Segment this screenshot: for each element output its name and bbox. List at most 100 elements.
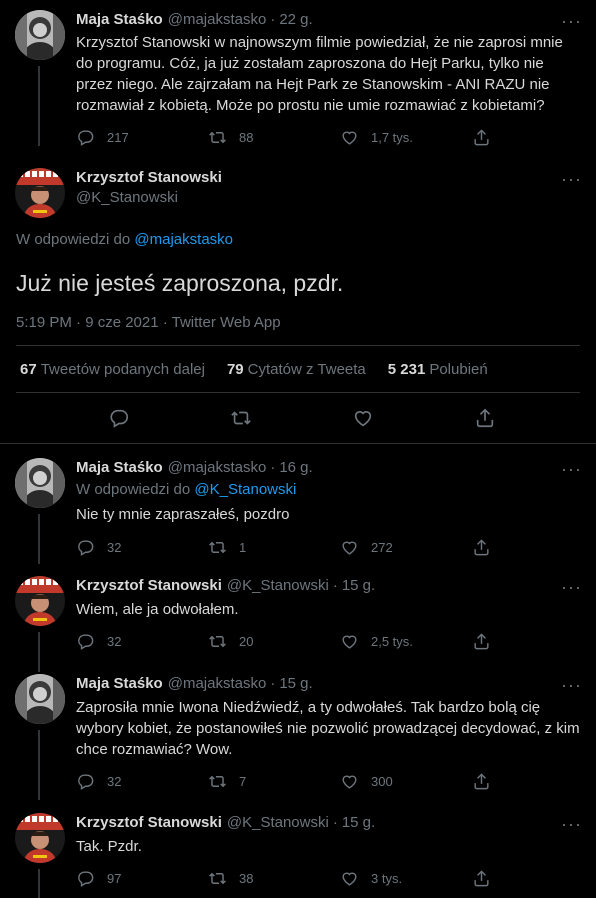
reply-icon (76, 128, 95, 147)
more-options-button[interactable]: ··· (561, 578, 582, 596)
divider (16, 392, 580, 393)
reply-icon (76, 772, 95, 791)
author-name[interactable]: Maja Staśko (76, 10, 163, 30)
reply-button[interactable]: 32 (76, 772, 208, 791)
author-handle[interactable]: @majakstasko (168, 458, 267, 478)
tweet-time[interactable]: 15 g. (342, 813, 375, 833)
reply-context: W odpowiedzi do @K_Stanowski (76, 480, 582, 500)
tweet-header: Maja Staśko @majakstasko · 22 g. (76, 10, 582, 30)
retweet-button[interactable]: 20 (208, 632, 340, 651)
reply-button[interactable]: 32 (76, 632, 208, 651)
retweet-icon (208, 632, 227, 651)
reply-prefix: W odpowiedzi do (16, 231, 131, 248)
tweet-header: Maja Staśko @majakstasko · 15 g. (76, 674, 582, 694)
heart-icon (340, 128, 359, 147)
tweet-2[interactable]: ··· Maja Staśko @majakstasko · 16 g. W o… (0, 458, 596, 564)
retweet-count: 88 (239, 130, 254, 145)
more-options-button[interactable]: ··· (561, 676, 582, 694)
tweet-text: Wiem, ale ja odwołałem. (76, 601, 239, 618)
reply-button[interactable]: 97 (76, 869, 208, 888)
tweet-5[interactable]: ··· Krzysztof Stanowski @K_Stanowski · 1… (0, 813, 596, 898)
more-options-button[interactable]: ··· (561, 12, 582, 30)
tweet-text: Nie ty mnie zapraszałeś, pozdro (76, 506, 290, 523)
more-options-button[interactable]: ··· (561, 815, 582, 833)
tweet-header: Krzysztof Stanowski @K_Stanowski · 15 g. (76, 576, 582, 596)
like-button[interactable]: 2,5 tys. (340, 632, 472, 651)
tweet-actions: 97 38 3 tys. (76, 869, 582, 888)
reply-prefix: W odpowiedzi do (76, 481, 191, 498)
thread-line (38, 730, 40, 800)
share-icon[interactable] (474, 407, 496, 429)
author-handle[interactable]: @K_Stanowski (76, 188, 596, 208)
divider (0, 443, 596, 444)
heart-icon (340, 772, 359, 791)
thread-line (38, 514, 40, 564)
share-button[interactable] (472, 128, 503, 147)
retweets-stat[interactable]: 67 Tweetów podanych dalej (20, 361, 205, 378)
author-name[interactable]: Krzysztof Stanowski (76, 168, 596, 188)
tweet-time[interactable]: 22 g. (279, 10, 312, 30)
share-icon (472, 772, 491, 791)
author-name[interactable]: Krzysztof Stanowski (76, 813, 222, 833)
author-handle[interactable]: @majakstasko (168, 674, 267, 694)
main-tweet-text: Już nie jesteś zaproszona, pzdr. (16, 270, 344, 296)
like-button[interactable]: 272 (340, 538, 472, 557)
share-button[interactable] (472, 869, 503, 888)
tweet-stats: 67 Tweetów podanych dalej 79 Cytatów z Twe… (20, 361, 510, 378)
author-name[interactable]: Maja Staśko (76, 674, 163, 694)
avatar[interactable] (15, 674, 65, 724)
avatar[interactable] (15, 458, 65, 508)
retweet-icon[interactable] (230, 407, 252, 429)
author-name[interactable]: Krzysztof Stanowski (76, 576, 222, 596)
reply-icon (76, 869, 95, 888)
retweet-icon (208, 869, 227, 888)
tweet-time[interactable]: 15 g. (279, 674, 312, 694)
tweet-4[interactable]: ··· Maja Staśko @majakstasko · 15 g. Zap… (0, 674, 596, 800)
tweet-time[interactable]: 16 g. (279, 458, 312, 478)
avatar[interactable] (15, 813, 65, 863)
tweet-text: Krzysztof Stanowski w najnowszym filmie … (76, 34, 563, 114)
author-handle[interactable]: @K_Stanowski (227, 576, 329, 596)
share-button[interactable] (472, 772, 503, 791)
author-name[interactable]: Maja Staśko (76, 458, 163, 478)
main-tweet-actions (0, 407, 596, 429)
share-button[interactable] (472, 632, 503, 651)
avatar[interactable] (15, 576, 65, 626)
tweet-header: Maja Staśko @majakstasko · 16 g. (76, 458, 582, 478)
retweet-icon (208, 772, 227, 791)
tweet-text: Zaprosiła mnie Iwona Niedźwiedź, a ty od… (76, 699, 580, 758)
retweet-button[interactable]: 7 (208, 772, 340, 791)
reply-button[interactable]: 217 (76, 128, 208, 147)
reply-icon (76, 538, 95, 557)
author-handle[interactable]: @K_Stanowski (227, 813, 329, 833)
retweet-button[interactable]: 38 (208, 869, 340, 888)
share-icon (472, 538, 491, 557)
tweet-actions: 32 7 300 (76, 772, 582, 791)
like-button[interactable]: 300 (340, 772, 472, 791)
reply-icon[interactable] (108, 407, 130, 429)
separator: · (332, 814, 338, 831)
reply-to-link[interactable]: @K_Stanowski (194, 481, 296, 498)
tweet-header: Krzysztof Stanowski @K_Stanowski · 15 g. (76, 813, 582, 833)
share-button[interactable] (472, 538, 503, 557)
separator: · (270, 11, 276, 28)
avatar[interactable] (15, 10, 65, 60)
tweet-1[interactable]: ··· Maja Staśko @majakstasko · 22 g. Krz… (0, 10, 596, 147)
retweet-button[interactable]: 1 (208, 538, 340, 557)
retweet-icon (208, 128, 227, 147)
like-button[interactable]: 3 tys. (340, 869, 472, 888)
like-button[interactable]: 1,7 tys. (340, 128, 472, 147)
retweet-button[interactable]: 88 (208, 128, 340, 147)
reply-to-link[interactable]: @majakstasko (134, 231, 233, 248)
tweet-time[interactable]: 15 g. (342, 576, 375, 596)
heart-icon[interactable] (352, 407, 374, 429)
tweet-timestamp[interactable]: 5:19 PM · 9 cze 2021 · Twitter Web App (0, 314, 596, 331)
quotes-stat[interactable]: 79 Cytatów z Tweeta (227, 361, 366, 378)
author-handle[interactable]: @majakstasko (168, 10, 267, 30)
separator: · (270, 675, 276, 692)
reply-button[interactable]: 32 (76, 538, 208, 557)
tweet-3[interactable]: ··· Krzysztof Stanowski @K_Stanowski · 1… (0, 576, 596, 672)
tweet-actions: 32 1 272 (76, 538, 582, 557)
likes-stat[interactable]: 5 231 Polubień (388, 361, 488, 378)
more-options-button[interactable]: ··· (561, 460, 582, 478)
